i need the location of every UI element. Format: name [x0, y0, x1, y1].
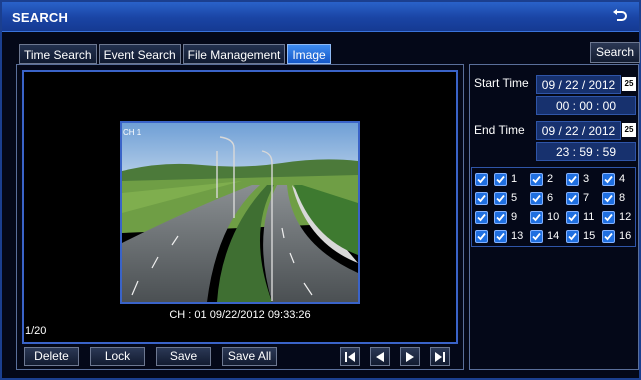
- last-icon: [435, 352, 445, 362]
- channel-number: 2: [547, 173, 554, 185]
- channel-checkbox[interactable]: [494, 211, 507, 224]
- previous-button[interactable]: [370, 347, 390, 366]
- channel-grid: 1 2 3 4 5 6 7 8 9 10 11 12 13 14 15 16: [471, 167, 636, 247]
- calendar-icon[interactable]: 25: [622, 77, 636, 91]
- channel-checkbox[interactable]: [530, 192, 543, 205]
- channel-number: 7: [583, 192, 590, 204]
- channel-checkbox[interactable]: [530, 230, 543, 243]
- tab-file-management[interactable]: File Management: [182, 44, 286, 64]
- start-time-label: Start Time: [474, 76, 529, 90]
- channel-row: 9 10 11 12: [472, 209, 637, 227]
- channel-checkbox[interactable]: [530, 173, 543, 186]
- search-button[interactable]: Search: [590, 42, 640, 63]
- delete-button[interactable]: Delete: [24, 347, 79, 366]
- channel-number: 4: [619, 173, 626, 185]
- channel-checkbox[interactable]: [494, 192, 507, 205]
- channel-checkbox[interactable]: [494, 230, 507, 243]
- channel-checkbox[interactable]: [494, 173, 507, 186]
- last-button[interactable]: [430, 347, 450, 366]
- channel-overlay: CH 1: [123, 128, 142, 137]
- image-counter: 1/20: [25, 325, 47, 337]
- back-icon[interactable]: [611, 7, 629, 25]
- tab-time-search[interactable]: Time Search: [19, 44, 97, 64]
- channel-number: 15: [583, 230, 596, 242]
- next-icon: [406, 352, 414, 362]
- channel-number: 9: [511, 211, 518, 223]
- calendar-icon[interactable]: 25: [622, 123, 636, 137]
- channel-checkbox[interactable]: [566, 192, 579, 205]
- channel-checkbox[interactable]: [602, 211, 615, 224]
- channel-checkbox[interactable]: [602, 173, 615, 186]
- channel-number: 11: [583, 211, 595, 223]
- snapshot-caption: CH : 01 09/22/2012 09:33:26: [169, 309, 311, 321]
- channel-checkbox[interactable]: [602, 230, 615, 243]
- channel-row: 5 6 7 8: [472, 190, 637, 208]
- end-time-field[interactable]: 23 : 59 : 59: [536, 142, 636, 161]
- tab-bar: Time Search Event Search File Management…: [19, 44, 331, 64]
- channel-number: 12: [619, 211, 632, 223]
- end-date-field[interactable]: 09 / 22 / 2012: [536, 121, 621, 140]
- channel-row: 13 14 15 16: [472, 228, 637, 246]
- snapshot-image[interactable]: [120, 121, 360, 304]
- tab-image[interactable]: Image: [287, 44, 331, 64]
- channel-number: 13: [511, 230, 524, 242]
- row-select-checkbox[interactable]: [475, 192, 488, 205]
- first-icon: [345, 352, 355, 362]
- channel-checkbox[interactable]: [566, 230, 579, 243]
- channel-number: 5: [511, 192, 518, 204]
- channel-number: 3: [583, 173, 590, 185]
- channel-checkbox[interactable]: [566, 211, 579, 224]
- row-select-checkbox[interactable]: [475, 173, 488, 186]
- save-all-button[interactable]: Save All: [222, 347, 277, 366]
- channel-number: 8: [619, 192, 626, 204]
- channel-row: 1 2 3 4: [472, 171, 637, 189]
- lock-button[interactable]: Lock: [90, 347, 145, 366]
- row-select-checkbox[interactable]: [475, 211, 488, 224]
- channel-number: 10: [547, 211, 560, 223]
- title-bar: SEARCH: [2, 2, 639, 32]
- previous-icon: [376, 352, 384, 362]
- end-time-label: End Time: [474, 123, 525, 137]
- start-time-field[interactable]: 00 : 00 : 00: [536, 96, 636, 115]
- start-date-field[interactable]: 09 / 22 / 2012: [536, 75, 621, 94]
- next-button[interactable]: [400, 347, 420, 366]
- save-button[interactable]: Save: [156, 347, 211, 366]
- row-select-checkbox[interactable]: [475, 230, 488, 243]
- channel-number: 1: [511, 173, 518, 185]
- channel-checkbox[interactable]: [530, 211, 543, 224]
- channel-number: 16: [619, 230, 632, 242]
- window-title: SEARCH: [12, 10, 69, 25]
- channel-checkbox[interactable]: [566, 173, 579, 186]
- channel-number: 14: [547, 230, 560, 242]
- channel-checkbox[interactable]: [602, 192, 615, 205]
- channel-number: 6: [547, 192, 554, 204]
- first-button[interactable]: [340, 347, 360, 366]
- tab-event-search[interactable]: Event Search: [98, 44, 181, 64]
